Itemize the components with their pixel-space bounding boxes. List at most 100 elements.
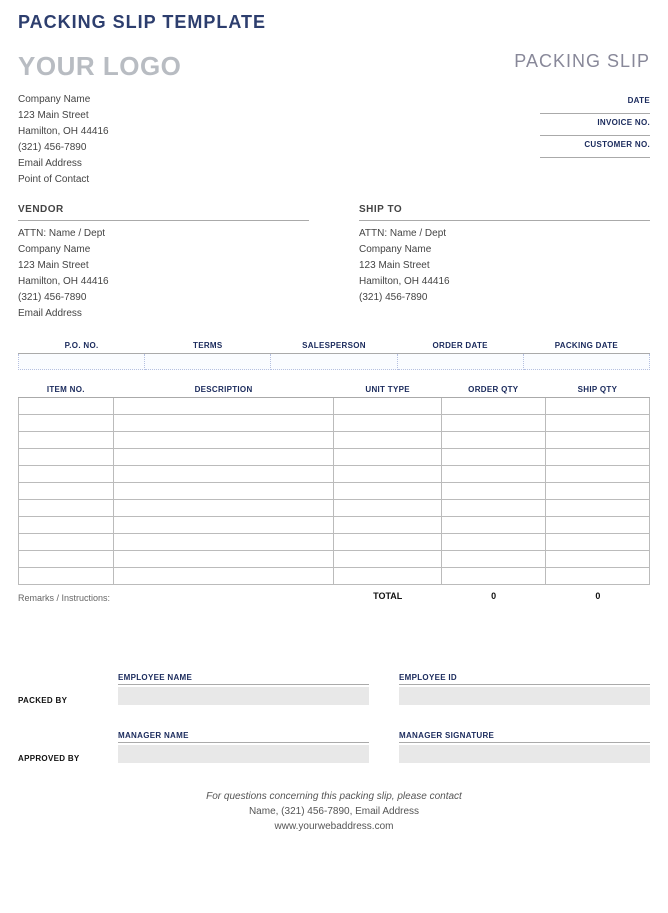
order-date-cell[interactable] [397,354,523,370]
item-cell[interactable] [545,449,649,466]
item-cell[interactable] [545,415,649,432]
date-field[interactable]: DATE [540,92,650,114]
total-label: TOTAL [334,591,441,603]
item-cell[interactable] [19,534,114,551]
item-cell[interactable] [334,500,441,517]
info-row: Company Name 123 Main Street Hamilton, O… [18,92,650,188]
item-cell[interactable] [19,483,114,500]
employee-name-field[interactable] [118,687,369,705]
table-row [19,466,650,483]
item-cell[interactable] [334,517,441,534]
item-cell[interactable] [113,415,334,432]
item-cell[interactable] [19,500,114,517]
company-name: Company Name [18,92,109,108]
item-cell[interactable] [545,398,649,415]
item-cell[interactable] [334,466,441,483]
item-cell[interactable] [545,500,649,517]
item-cell[interactable] [19,398,114,415]
item-cell[interactable] [441,483,545,500]
item-cell[interactable] [113,449,334,466]
approved-by-label: APPROVED BY [18,754,118,763]
vendor-email: Email Address [18,306,309,322]
item-cell[interactable] [19,517,114,534]
item-cell[interactable] [19,551,114,568]
item-cell[interactable] [113,568,334,585]
total-order-qty: 0 [441,591,545,603]
order-qty-header: ORDER QTY [441,382,545,398]
item-cell[interactable] [441,398,545,415]
item-cell[interactable] [441,534,545,551]
item-cell[interactable] [441,568,545,585]
company-city: Hamilton, OH 44416 [18,124,109,140]
shipto-block: SHIP TO ATTN: Name / Dept Company Name 1… [359,202,650,322]
item-cell[interactable] [441,432,545,449]
invoice-no-field[interactable]: INVOICE NO. [540,114,650,136]
shipto-city: Hamilton, OH 44416 [359,274,650,290]
item-cell[interactable] [113,483,334,500]
document-type: PACKING SLIP [514,51,650,72]
item-cell[interactable] [19,568,114,585]
footer-contact-line: Name, (321) 456-7890, Email Address [18,804,650,819]
terms-cell[interactable] [145,354,271,370]
item-cell[interactable] [441,415,545,432]
salesperson-header: SALESPERSON [271,338,397,354]
table-row [19,534,650,551]
employee-name-label: EMPLOYEE NAME [118,673,369,685]
packed-by-label: PACKED BY [18,696,118,705]
customer-no-field[interactable]: CUSTOMER NO. [540,136,650,158]
item-cell[interactable] [19,466,114,483]
vendor-phone: (321) 456-7890 [18,290,309,306]
item-cell[interactable] [113,500,334,517]
vendor-city: Hamilton, OH 44416 [18,274,309,290]
item-cell[interactable] [113,398,334,415]
packing-date-cell[interactable] [523,354,649,370]
item-cell[interactable] [334,415,441,432]
item-cell[interactable] [545,466,649,483]
manager-name-group: MANAGER NAME [118,731,369,763]
item-cell[interactable] [113,466,334,483]
item-cell[interactable] [334,551,441,568]
terms-header: TERMS [145,338,271,354]
item-cell[interactable] [113,551,334,568]
items-table: ITEM NO. DESCRIPTION UNIT TYPE ORDER QTY… [18,382,650,585]
item-cell[interactable] [441,517,545,534]
footer-question-line: For questions concerning this packing sl… [18,789,650,804]
item-cell[interactable] [334,483,441,500]
item-cell[interactable] [334,432,441,449]
item-cell[interactable] [441,449,545,466]
item-cell[interactable] [113,432,334,449]
item-cell[interactable] [441,551,545,568]
item-cell[interactable] [334,534,441,551]
manager-signature-group: MANAGER SIGNATURE [399,731,650,763]
item-cell[interactable] [545,551,649,568]
item-cell[interactable] [545,568,649,585]
table-row [19,449,650,466]
footer-web: www.yourwebaddress.com [18,819,650,834]
item-cell[interactable] [334,449,441,466]
company-phone: (321) 456-7890 [18,140,109,156]
item-cell[interactable] [334,568,441,585]
table-row [19,500,650,517]
item-cell[interactable] [545,517,649,534]
item-cell[interactable] [334,398,441,415]
salesperson-cell[interactable] [271,354,397,370]
employee-id-field[interactable] [399,687,650,705]
manager-name-field[interactable] [118,745,369,763]
po-no-cell[interactable] [19,354,145,370]
item-cell[interactable] [19,432,114,449]
item-cell[interactable] [441,466,545,483]
employee-id-group: EMPLOYEE ID [399,673,650,705]
item-cell[interactable] [545,534,649,551]
item-cell[interactable] [113,517,334,534]
order-meta-table: P.O. NO. TERMS SALESPERSON ORDER DATE PA… [18,338,650,370]
item-cell[interactable] [19,449,114,466]
item-cell[interactable] [113,534,334,551]
description-header: DESCRIPTION [113,382,334,398]
item-cell[interactable] [441,500,545,517]
employee-id-label: EMPLOYEE ID [399,673,650,685]
manager-signature-field[interactable] [399,745,650,763]
item-cell[interactable] [545,483,649,500]
table-row [19,432,650,449]
item-cell[interactable] [545,432,649,449]
item-cell[interactable] [19,415,114,432]
